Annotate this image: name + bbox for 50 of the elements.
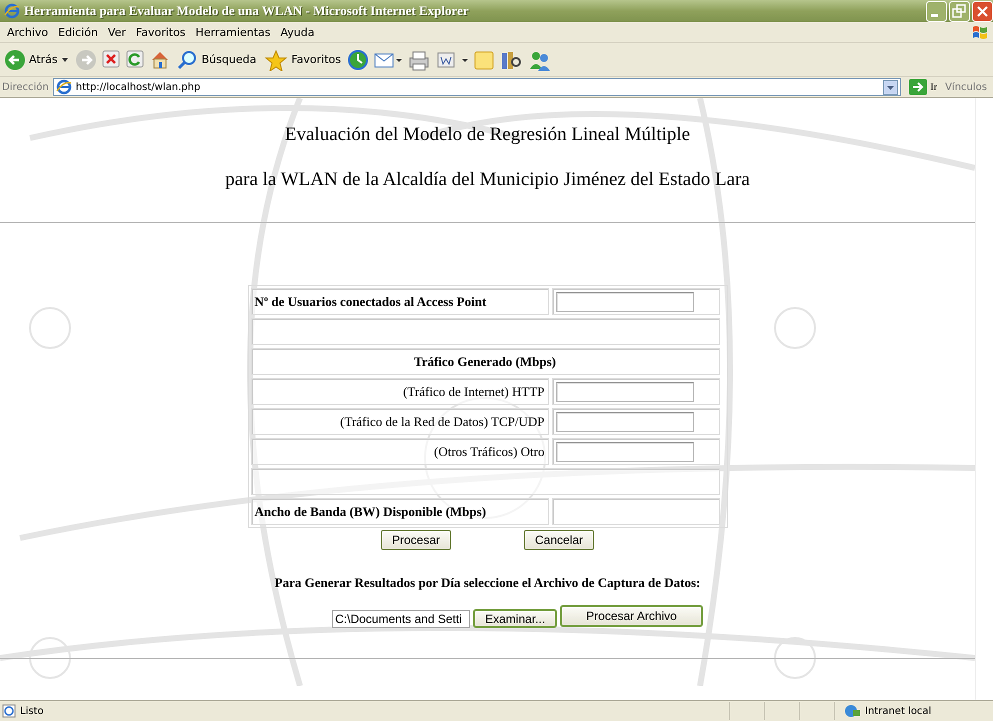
menu-item[interactable]: Edición xyxy=(53,26,103,38)
input-field[interactable] xyxy=(556,442,694,462)
back-button[interactable]: Atrás xyxy=(2,48,71,72)
form-label: Ancho de Banda (BW) Disponible (Mbps) xyxy=(250,498,548,525)
favorites-button[interactable]: Favoritos xyxy=(262,48,343,72)
go-button[interactable]: Ir xyxy=(905,79,942,95)
page-icon xyxy=(2,704,16,718)
form-label: Nº de Usuarios conectados al Access Point xyxy=(250,288,548,315)
links-label[interactable]: Vínculos xyxy=(945,82,991,92)
network-icon xyxy=(843,704,861,718)
menu-item[interactable]: Archivo xyxy=(2,26,54,38)
input-field[interactable] xyxy=(556,292,694,312)
menu-item[interactable]: Ver xyxy=(102,26,131,38)
form-label: (Otros Tráficos) Otro xyxy=(250,438,548,465)
page-icon xyxy=(56,79,72,95)
history-icon[interactable] xyxy=(347,48,369,70)
search-button[interactable]: Búsqueda xyxy=(174,48,258,72)
close-icon[interactable] xyxy=(972,0,993,22)
printer-icon[interactable] xyxy=(407,48,431,70)
search-icon xyxy=(176,48,199,70)
form-label: (Tráfico de la Red de Datos) TCP/UDP xyxy=(250,408,548,435)
file-path-field[interactable]: C:\Documents and Setti xyxy=(332,610,470,628)
caret-icon xyxy=(60,56,69,64)
page-heading: para la WLAN de la Alcaldía del Municipio Jiménez del Estado Lara xyxy=(225,168,750,192)
maximize-icon[interactable] xyxy=(949,0,970,22)
status-text: Listo xyxy=(20,706,44,716)
process-button[interactable]: Procesar xyxy=(380,530,451,550)
section-heading: Tráfico Generado (Mbps) xyxy=(250,348,720,375)
cancel-button[interactable]: Cancelar xyxy=(524,530,594,550)
menu-item[interactable]: Ayuda xyxy=(275,26,320,38)
input-field[interactable] xyxy=(556,382,694,402)
window-title: Herramienta para Evaluar Modelo de una WLAN - Microsoft Internet Explorer xyxy=(24,3,469,19)
address-field[interactable]: http://localhost/wlan.php xyxy=(52,78,902,96)
stop-icon[interactable] xyxy=(100,48,121,70)
page-heading: Evaluación del Modelo de Regresión Lineal Múltiple xyxy=(284,123,692,147)
menu-item[interactable]: Favoritos xyxy=(130,26,191,38)
dropdown-icon[interactable] xyxy=(883,80,898,94)
browse-button[interactable]: Examinar... xyxy=(473,609,558,628)
input-field[interactable] xyxy=(556,412,694,432)
file-prompt: Para Generar Resultados por Día seleccione el Archivo de Captura de Datos: xyxy=(274,575,700,591)
minimize-icon[interactable] xyxy=(926,0,947,22)
zone-label: Intranet local xyxy=(865,706,932,716)
star-icon xyxy=(264,48,288,70)
refresh-icon[interactable] xyxy=(124,48,145,70)
browser-icon xyxy=(4,3,20,19)
process-file-button[interactable]: Procesar Archivo xyxy=(560,605,703,627)
address-label: Dirección xyxy=(2,82,49,92)
form-label: (Tráfico de Internet) HTTP xyxy=(250,378,548,405)
windows-logo-icon xyxy=(971,24,989,40)
menu-item[interactable]: Herramientas xyxy=(190,26,276,38)
